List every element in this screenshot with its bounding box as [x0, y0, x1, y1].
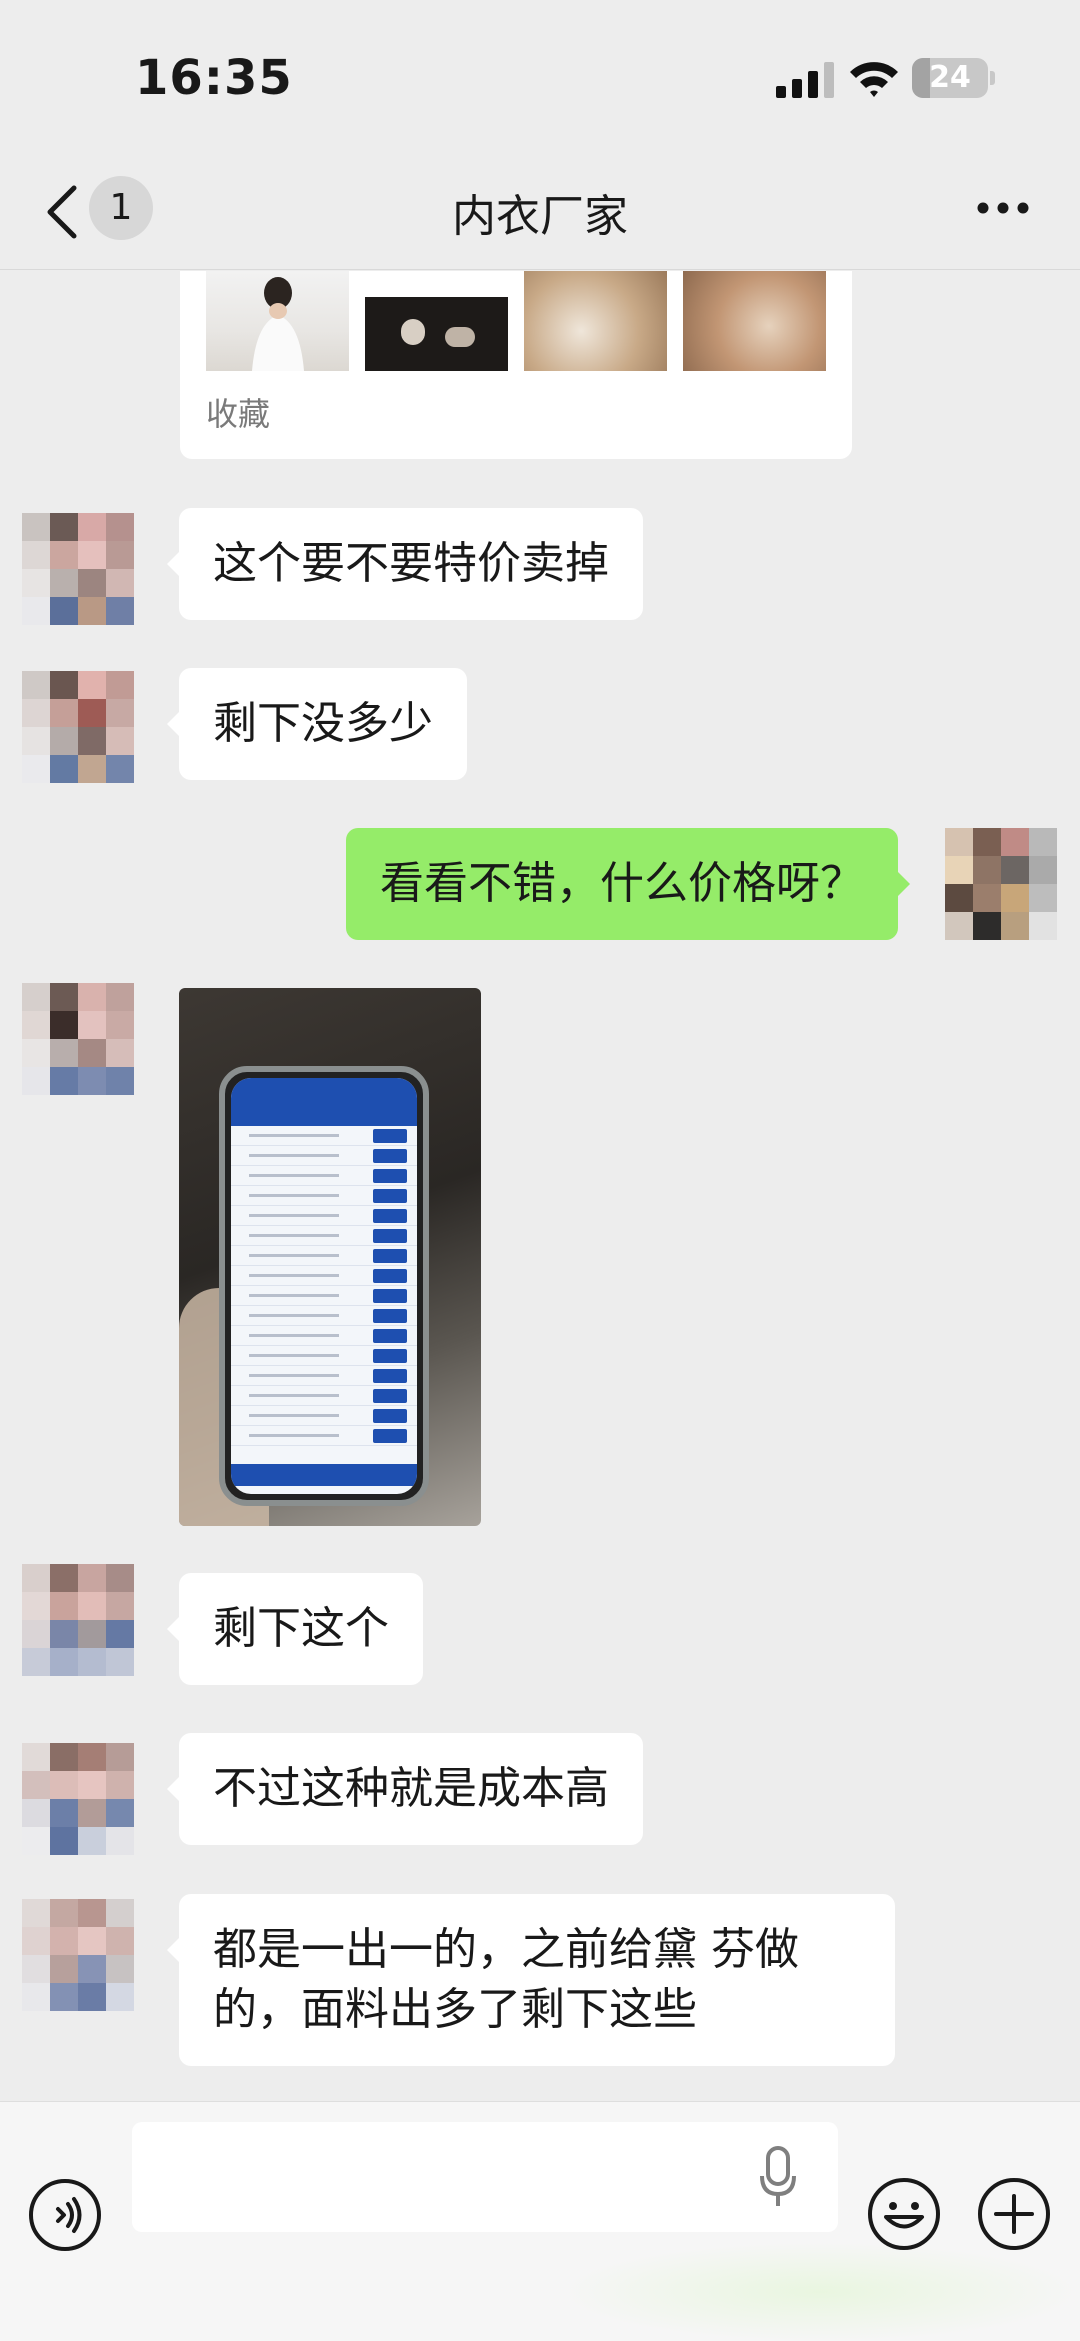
product-thumbnail [365, 271, 508, 371]
message-bubble[interactable]: 这个要不要特价卖掉 [167, 508, 643, 620]
avatar[interactable] [22, 671, 134, 783]
product-thumbnail [683, 271, 826, 371]
input-bar [0, 2101, 1080, 2341]
more-dots-icon[interactable] [975, 200, 1031, 216]
phone-screen [231, 1078, 417, 1494]
battery-tip [990, 71, 995, 85]
message-input[interactable] [132, 2122, 838, 2232]
favorite-card[interactable]: 收藏 [180, 271, 852, 459]
battery-level: 24 [929, 60, 971, 95]
background-glow [560, 2242, 1080, 2341]
avatar[interactable] [22, 1899, 134, 2011]
message-bubble[interactable]: 都是一出一的，之前给黛 芬做的，面料出多了剩下这些 [167, 1894, 895, 2066]
message-image[interactable] [179, 988, 481, 1526]
status-bar: 16:35 24 [0, 0, 1080, 160]
microphone-icon[interactable] [760, 2146, 796, 2208]
emoji-icon[interactable] [866, 2176, 942, 2252]
battery-icon: 24 [912, 58, 988, 98]
voice-icon[interactable] [28, 2178, 102, 2252]
avatar[interactable] [22, 983, 134, 1095]
status-time: 16:35 [135, 50, 293, 106]
product-thumbnail [206, 271, 349, 371]
cellular-signal-icon [776, 62, 834, 98]
avatar[interactable] [22, 1564, 134, 1676]
message-bubble-sent[interactable]: 看看不错，什么价格呀？ [346, 828, 910, 940]
message-bubble[interactable]: 剩下这个 [167, 1573, 423, 1685]
message-bubble[interactable]: 剩下没多少 [167, 668, 467, 780]
avatar[interactable] [22, 513, 134, 625]
message-bubble[interactable]: 不过这种就是成本高 [167, 1733, 643, 1845]
phone-in-photo [219, 1066, 429, 1506]
chat-message-list[interactable]: 收藏 这个要不要特价卖掉 剩下没多少 看看不错，什么价格呀？ 剩下这个 不过这种… [0, 271, 1080, 2101]
my-avatar[interactable] [945, 828, 1057, 940]
plus-icon[interactable] [976, 2176, 1052, 2252]
wifi-icon [850, 62, 898, 97]
product-thumbnail [524, 271, 667, 371]
page-title: 内衣厂家 [452, 191, 628, 242]
favorite-label: 收藏 [206, 395, 271, 433]
avatar[interactable] [22, 1743, 134, 1855]
